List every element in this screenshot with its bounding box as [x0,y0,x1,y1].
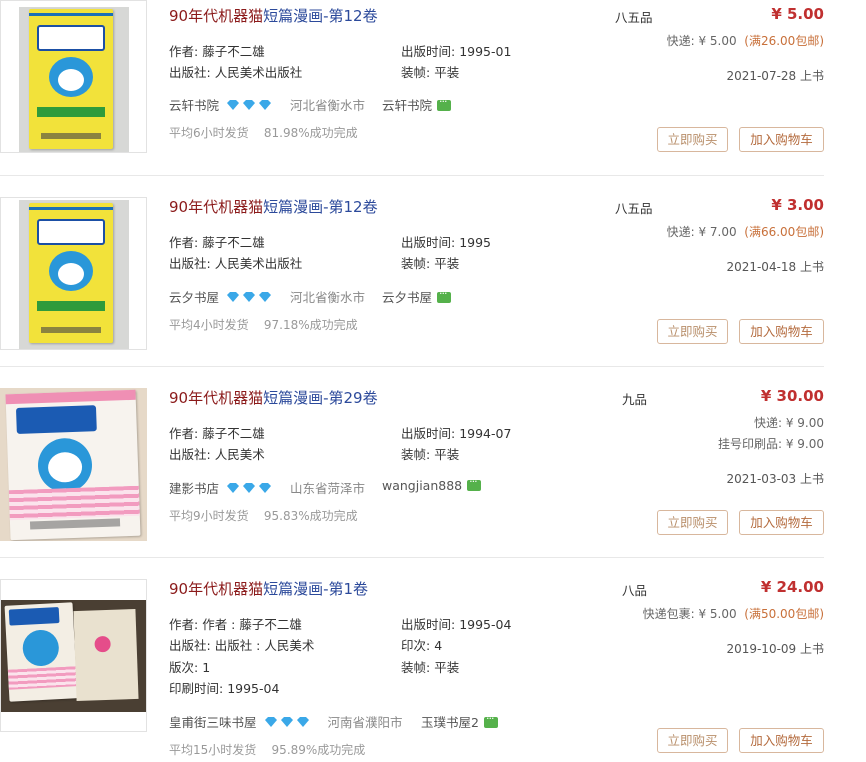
shop-row: 云夕书屋 河北省衡水市 [169,287,365,306]
shop-location: 河南省濮阳市 [327,715,403,730]
publish-date-field: 出版时间: 1994-07 [401,426,512,441]
publisher-field: 出版社: 人民美术 [169,447,265,462]
buy-now-button[interactable]: 立即购买 [657,319,728,344]
book-cover-image [29,9,113,149]
binding-field: 装帧: 平装 [401,65,460,80]
binding-field: 装帧: 平装 [401,256,460,271]
shipping-info: 挂号印刷品: ¥ 9.00 [717,437,824,451]
author-field: 作者: 作者 : 藤子不二雄 [169,617,302,632]
book-thumbnail[interactable] [0,579,147,732]
chat-icon[interactable] [483,712,498,728]
diamond-icon [226,291,274,306]
buy-now-button[interactable]: 立即购买 [657,510,728,535]
shop-stats: 平均6小时发货 81.98%成功完成 [169,126,358,140]
author-field: 作者: 藤子不二雄 [169,426,265,441]
shop-stats: 平均4小时发货 97.18%成功完成 [169,318,358,332]
price-label: ¥ 3.00 [771,196,824,214]
publish-date-field: 出版时间: 1995-01 [401,44,512,59]
book-thumbnail[interactable] [0,197,147,350]
shop-location: 山东省菏泽市 [289,481,365,496]
condition-label: 八品 [622,583,648,598]
listing-date: 2021-07-28 上书 [726,69,824,83]
listing-date: 2021-04-18 上书 [726,260,824,274]
listing-title[interactable]: 90年代机器猫短篇漫画-第1卷 [169,578,368,599]
divider [0,175,824,176]
book-thumbnail[interactable] [0,0,147,153]
publisher-field: 出版社: 人民美术出版社 [169,65,303,80]
book-cover-image [4,602,78,702]
shop-stats: 平均9小时发货 95.83%成功完成 [169,509,358,523]
condition-label: 九品 [622,392,648,407]
listing-title[interactable]: 90年代机器猫短篇漫画-第12卷 [169,196,378,217]
listing-title[interactable]: 90年代机器猫短篇漫画-第12卷 [169,5,378,26]
chat-icon[interactable] [467,475,482,491]
chat-icon[interactable] [437,95,452,111]
shipping-info: 快递: ¥ 9.00 [753,416,824,430]
chat-icon[interactable] [437,287,452,303]
seller-name-link[interactable]: 云轩书院 [382,95,452,114]
shop-row: 皇甫街三味书屋 河南省濮阳市 [169,712,403,731]
add-to-cart-button[interactable]: 加入购物车 [739,319,824,344]
listing-title[interactable]: 90年代机器猫短篇漫画-第29卷 [169,387,378,408]
condition-label: 八五品 [615,10,653,25]
shop-location: 河北省衡水市 [289,98,365,113]
binding-field: 装帧: 平装 [401,660,460,675]
shop-name-link[interactable]: 云轩书院 [169,98,219,113]
book-thumbnail[interactable] [0,388,147,541]
diamond-icon [264,716,312,731]
publisher-field: 出版社: 人民美术出版社 [169,256,303,271]
shop-row: 建影书店 山东省菏泽市 [169,478,365,497]
edition-field: 版次: 1 [169,660,211,675]
buy-now-button[interactable]: 立即购买 [657,728,728,753]
listing-date: 2019-10-09 上书 [726,642,824,656]
shop-location: 河北省衡水市 [289,290,365,305]
shop-name-link[interactable]: 皇甫街三味书屋 [169,715,257,730]
shipping-info: 快递: ¥ 5.00 (满26.00包邮) [666,34,824,48]
author-field: 作者: 藤子不二雄 [169,44,265,59]
book-cover-image [5,389,141,541]
seller-name-link[interactable]: wangjian888 [382,475,482,493]
diamond-icon [226,99,274,114]
diamond-icon [226,482,274,497]
book-cover-image [29,203,113,343]
divider [0,366,824,367]
add-to-cart-button[interactable]: 加入购物车 [739,510,824,535]
seller-name-link[interactable]: 云夕书屋 [382,287,452,306]
shop-name-link[interactable]: 云夕书屋 [169,290,219,305]
print-date-field: 印刷时间: 1995-04 [169,681,280,696]
author-field: 作者: 藤子不二雄 [169,235,265,250]
price-label: ¥ 5.00 [771,5,824,23]
print-number-field: 印次: 4 [401,638,443,653]
listing-date: 2021-03-03 上书 [726,472,824,486]
add-to-cart-button[interactable]: 加入购物车 [739,127,824,152]
publish-date-field: 出版时间: 1995 [401,235,492,250]
shop-stats: 平均15小时发货 95.89%成功完成 [169,743,366,757]
divider [0,557,824,558]
condition-label: 八五品 [615,201,653,216]
binding-field: 装帧: 平装 [401,447,460,462]
buy-now-button[interactable]: 立即购买 [657,127,728,152]
publish-date-field: 出版时间: 1995-04 [401,617,512,632]
price-label: ¥ 24.00 [760,578,824,596]
shipping-info: 快递: ¥ 7.00 (满66.00包邮) [666,225,824,239]
seller-name-link[interactable]: 玉璞书屋2 [421,712,498,731]
shop-row: 云轩书院 河北省衡水市 [169,95,365,114]
publisher-field: 出版社: 出版社 : 人民美术 [169,638,315,653]
add-to-cart-button[interactable]: 加入购物车 [739,728,824,753]
price-label: ¥ 30.00 [760,387,824,405]
shipping-info: 快递包裹: ¥ 5.00 (满50.00包邮) [642,607,824,621]
shop-name-link[interactable]: 建影书店 [169,481,219,496]
